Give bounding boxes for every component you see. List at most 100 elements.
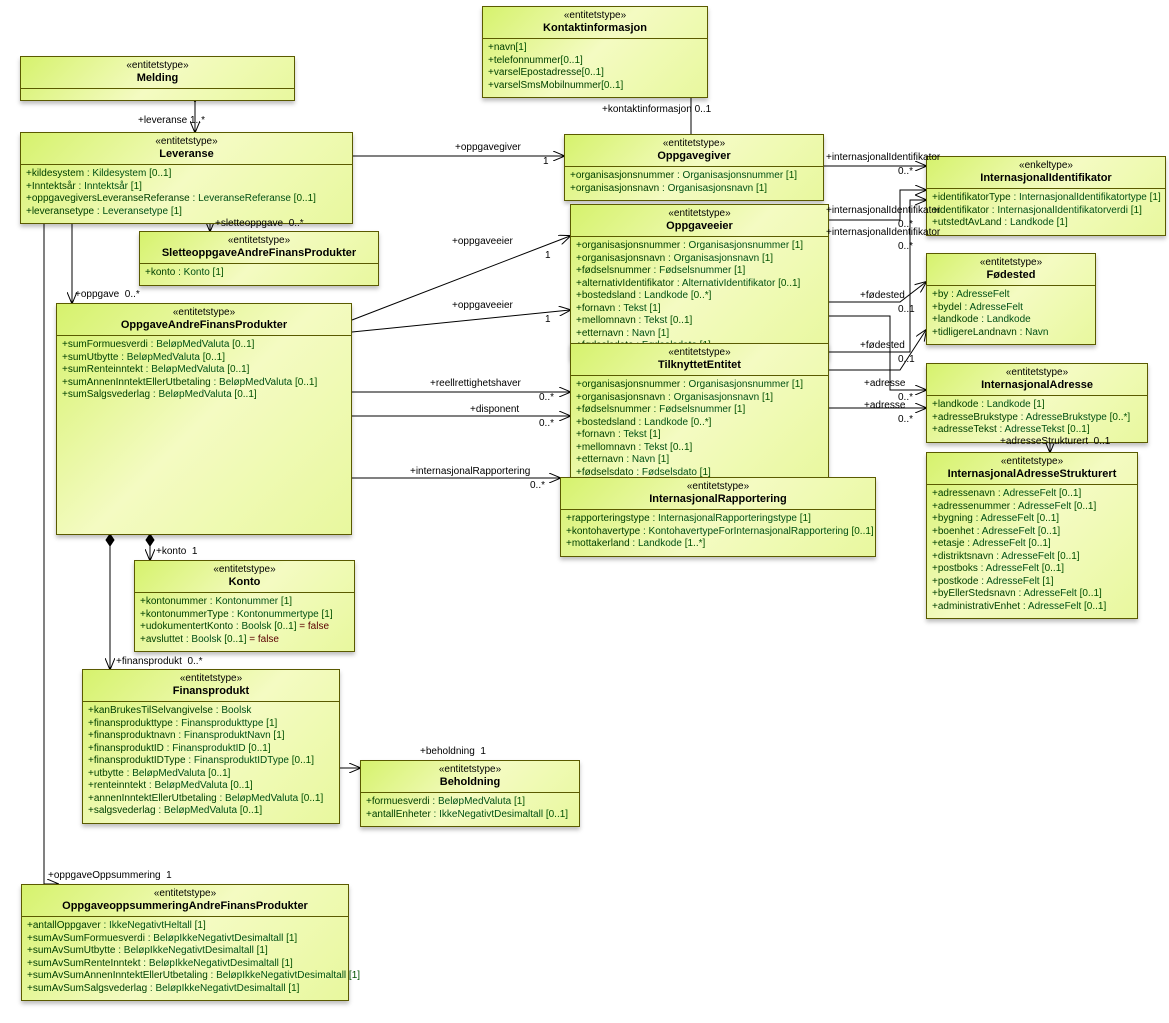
entity-beholdning: «entitetstype» Beholdning +formuesverdi … [360, 760, 580, 827]
attr-row: +formuesverdi : BeløpMedValuta [1] [366, 796, 574, 809]
attr-row: +annenInntektEllerUtbetaling : BeløpMedV… [88, 793, 334, 806]
entity-title: OppgaveAndreFinansProdukter [61, 319, 347, 332]
stereotype: «entitetstype» [931, 456, 1133, 468]
attr-row: +konto : Konto [1] [145, 267, 373, 280]
attr-row: +sumRenteinntekt : BeløpMedValuta [0..1] [62, 364, 346, 377]
assoc-oppgavegiver: +oppgavegiver [455, 142, 521, 153]
attr-row: +varselSmsMobilnummer[0..1] [488, 80, 702, 93]
entity-tilknyttet-entitet: «entitetstype» TilknyttetEntitet +organi… [570, 343, 829, 485]
attr-row: +by : AdresseFelt [932, 289, 1090, 302]
assoc-intid-1: +internasjonalIdentifikator [826, 152, 940, 163]
assoc-intid-3: +internasjonalIdentifikator [826, 227, 940, 238]
assoc-adresse-2c: 0..* [898, 414, 913, 425]
attr-row: +sumSalgsvederlag : BeløpMedValuta [0..1… [62, 389, 346, 402]
attr-row: +sumAvSumUtbytte : BeløpIkkeNegativtDesi… [27, 945, 343, 958]
assoc-oppgaveeier-1: +oppgaveeier [452, 236, 513, 247]
attr-row: +sumAvSumFormuesverdi : BeløpIkkeNegativ… [27, 933, 343, 946]
assoc-konto: +konto 1 [156, 546, 197, 557]
entity-title: InternasjonalAdresseStrukturert [931, 468, 1133, 481]
attr-row: +leveransetype : Leveransetype [1] [26, 206, 347, 219]
attr-row: +organisasjonsnavn : Organisasjonsnavn [… [576, 392, 823, 405]
attr-row: +organisasjonsnummer : Organisasjonsnumm… [576, 379, 823, 392]
entity-title: Fødested [931, 269, 1091, 282]
assoc-oppgaveeier-2: +oppgaveeier [452, 300, 513, 311]
assoc-reell: +reellrettighetshaver [430, 378, 521, 389]
attr-row: +udokumentertKonto : Boolsk [0..1] = fal… [140, 621, 349, 634]
attr-row: +sumAvSumAnnenInntektEllerUtbetaling : B… [27, 970, 343, 983]
uml-diagram-canvas: «entitetstype» Melding «entitetstype» Ko… [0, 0, 1169, 1023]
attr-row: +finansprodukttype : Finansprodukttype [… [88, 718, 334, 731]
entity-fodested: «entitetstype» Fødested +by : AdresseFel… [926, 253, 1096, 345]
attr-row: +adressenummer : AdresseFelt [0..1] [932, 501, 1132, 514]
entity-title: Melding [25, 72, 290, 85]
assoc-fodested-1: +fødested [860, 290, 905, 301]
stereotype: «entitetstype» [931, 257, 1091, 269]
attr-row: +fødselsnummer : Fødselsnummer [1] [576, 265, 823, 278]
attr-row: +bydel : AdresseFelt [932, 302, 1090, 315]
attr-row: +etternavn : Navn [1] [576, 454, 823, 467]
attr-row: +landkode : Landkode [932, 314, 1090, 327]
attr-row: +distriktsnavn : AdresseFelt [0..1] [932, 551, 1132, 564]
attr-row: +Inntektsår : Inntektsår [1] [26, 181, 347, 194]
attrs: +organisasjonsnummer : Organisasjonsnumm… [571, 237, 828, 358]
assoc-finans: +finansprodukt 0..* [116, 656, 202, 667]
attr-row: +organisasjonsnavn : Organisasjonsnavn [… [576, 253, 823, 266]
assoc-adresse-1c: 0..* [898, 392, 913, 403]
attr-row: +avsluttet : Boolsk [0..1] = false [140, 634, 349, 647]
attrs: +organisasjonsnummer : Organisasjonsnumm… [565, 167, 823, 200]
assoc-disponent: +disponent [470, 404, 519, 415]
attr-row: +finansproduktIDType : FinansproduktIDTy… [88, 755, 334, 768]
entity-title: Oppgaveeier [575, 220, 824, 233]
assoc-intid-2c: 0..* [898, 219, 913, 230]
entity-internasjonal-identifikator: «enkeltype» InternasjonalIdentifikator +… [926, 156, 1166, 236]
attr-row: +renteinntekt : BeløpMedValuta [0..1] [88, 780, 334, 793]
attr-row: +postboks : AdresseFelt [0..1] [932, 563, 1132, 576]
attr-row: +utbytte : BeløpMedValuta [0..1] [88, 768, 334, 781]
entity-title: InternasjonalAdresse [931, 379, 1143, 392]
assoc-adresse-2: +adresse [864, 400, 905, 411]
attr-row: +etternavn : Navn [1] [576, 328, 823, 341]
entity-oppgaveeier: «entitetstype» Oppgaveeier +organisasjon… [570, 204, 829, 359]
stereotype: «entitetstype» [575, 208, 824, 220]
entity-kontaktinformasjon: «entitetstype» Kontaktinformasjon +navn[… [482, 6, 708, 98]
assoc-intid-3c: 0..* [898, 241, 913, 252]
attrs: +formuesverdi : BeløpMedValuta [1]+antal… [361, 793, 579, 826]
entity-title: Kontaktinformasjon [487, 22, 703, 35]
attr-row: +adresseTekst : AdresseTekst [0..1] [932, 424, 1142, 437]
entity-melding: «entitetstype» Melding [20, 56, 295, 101]
entity-title: InternasjonalIdentifikator [931, 172, 1161, 185]
stereotype: «entitetstype» [487, 10, 703, 22]
attrs: +landkode : Landkode [1]+adresseBrukstyp… [927, 396, 1147, 442]
entity-title: SletteoppgaveAndreFinansProdukter [144, 247, 374, 260]
attr-row: +rapporteringstype : InternasjonalRappor… [566, 513, 870, 526]
stereotype: «entitetstype» [565, 481, 871, 493]
attr-row: +boenhet : AdresseFelt [0..1] [932, 526, 1132, 539]
attr-row: +fornavn : Tekst [1] [576, 429, 823, 442]
entity-konto: «entitetstype» Konto +kontonummer : Kont… [134, 560, 355, 652]
attrs: +rapporteringstype : InternasjonalRappor… [561, 510, 875, 556]
attrs: +organisasjonsnummer : Organisasjonsnumm… [571, 376, 828, 484]
attr-row: +mellomnavn : Tekst [0..1] [576, 442, 823, 455]
entity-title: Finansprodukt [87, 685, 335, 698]
attr-row: +oppgavegiversLeveranseReferanse : Lever… [26, 193, 347, 206]
entity-title: TilknyttetEntitet [575, 359, 824, 372]
assoc-disponent-c: 0..* [539, 418, 554, 429]
attr-row: +telefonnummer[0..1] [488, 55, 702, 68]
attr-row: +finansproduktID : FinansproduktID [0..1… [88, 743, 334, 756]
stereotype: «entitetstype» [25, 60, 290, 72]
attr-row: +antallEnheter : IkkeNegativtDesimaltall… [366, 809, 574, 822]
attr-row: +etasje : AdresseFelt [0..1] [932, 538, 1132, 551]
attr-row: +organisasjonsnummer : Organisasjonsnumm… [570, 170, 818, 183]
attr-row: +tidligereLandnavn : Navn [932, 327, 1090, 340]
entity-title: Oppgavegiver [569, 150, 819, 163]
attr-row: +organisasjonsnummer : Organisasjonsnumm… [576, 240, 823, 253]
assoc-leveranse: +leveranse 1..* [138, 115, 205, 126]
attrs: +identifikatorType : InternasjonalIdenti… [927, 189, 1165, 235]
attrs: +by : AdresseFelt+bydel : AdresseFelt+la… [927, 286, 1095, 344]
entity-leveranse: «entitetstype» Leveranse +kildesystem : … [20, 132, 353, 224]
entity-oppgavegiver: «entitetstype» Oppgavegiver +organisasjo… [564, 134, 824, 201]
assoc-intrap: +internasjonalRapportering [410, 466, 530, 477]
stereotype: «entitetstype» [26, 888, 344, 900]
attr-row: +fødselsnummer : Fødselsnummer [1] [576, 404, 823, 417]
assoc-fodested-1c: 0..1 [898, 304, 915, 315]
